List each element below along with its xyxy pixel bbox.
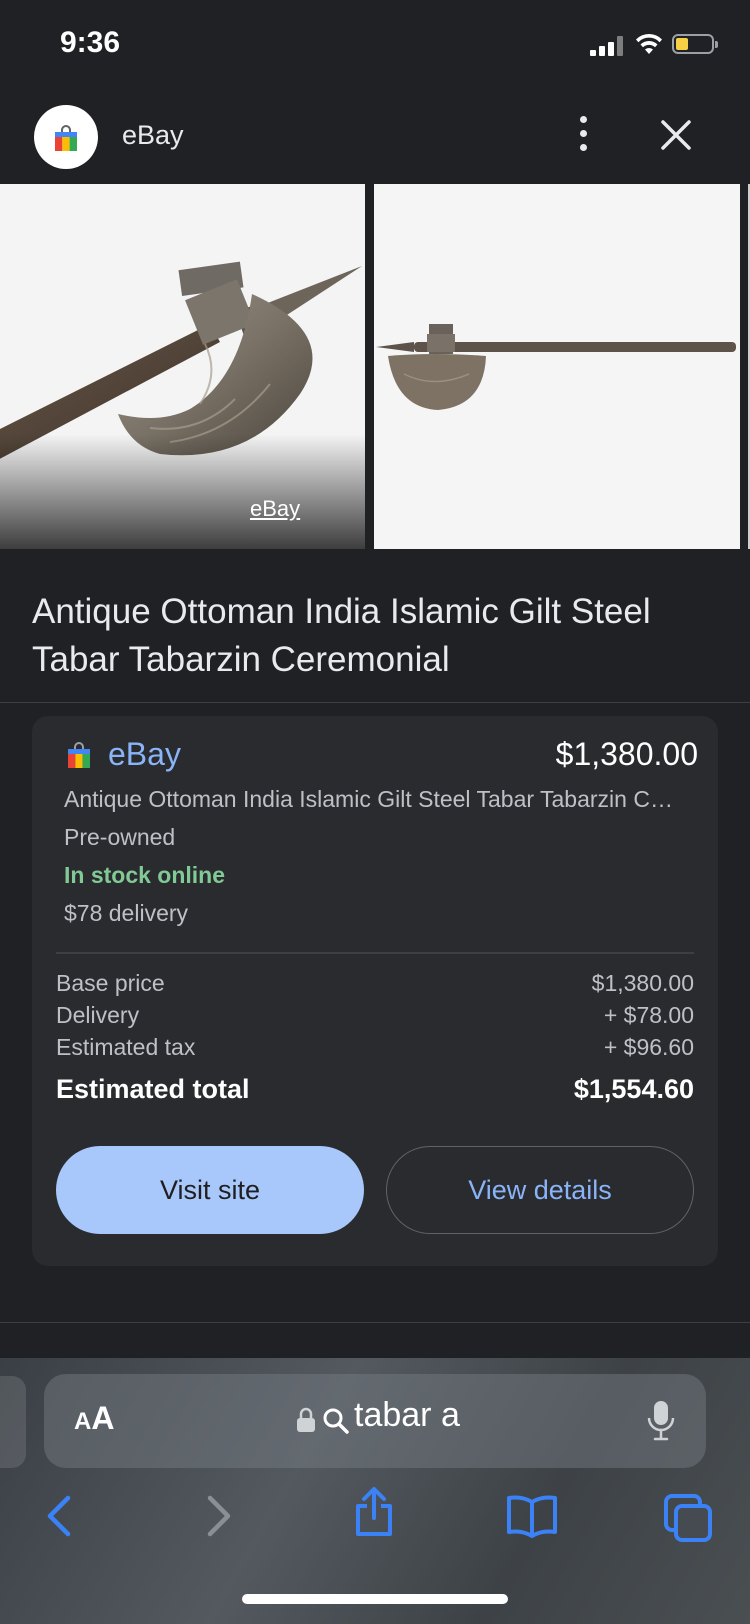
listing-title: Antique Ottoman India Islamic Gilt Steel…: [64, 786, 684, 812]
merchant-logo: [34, 105, 98, 169]
offer-price: $1,380.00: [555, 736, 698, 772]
visit-site-button[interactable]: Visit site: [56, 1146, 364, 1234]
header: eBay: [0, 90, 750, 182]
browser-toolbar: AA tabar a: [0, 1358, 750, 1624]
tabs-icon[interactable]: [664, 1494, 714, 1544]
image-gradient: [0, 434, 365, 549]
breakdown-label: Base price: [56, 970, 165, 996]
lock-icon: [297, 1407, 315, 1432]
address-bar[interactable]: AA tabar a: [44, 1374, 706, 1468]
bookmarks-icon[interactable]: [506, 1494, 558, 1538]
offer-card: eBay $1,380.00 Antique Ottoman India Isl…: [32, 716, 718, 1266]
view-details-button[interactable]: View details: [386, 1146, 694, 1234]
address-query[interactable]: tabar a: [354, 1396, 460, 1435]
divider: [0, 702, 750, 703]
nav-row: [0, 1486, 750, 1556]
reader-settings-button[interactable]: AA: [74, 1400, 114, 1437]
breakdown-row-base-price: Base price $1,380.00: [56, 970, 694, 1002]
delivery-note: $78 delivery: [64, 900, 189, 926]
back-icon[interactable]: [44, 1494, 74, 1538]
breakdown-row-total: Estimated total $1,554.60: [56, 1074, 694, 1118]
site-title: eBay: [122, 120, 184, 150]
status-time: 9:36: [60, 26, 121, 59]
breakdown-value: $1,380.00: [591, 970, 694, 996]
shopping-bag-icon: [55, 125, 77, 151]
battery-icon: [672, 34, 718, 54]
card-divider: [56, 952, 694, 954]
close-icon[interactable]: [658, 117, 694, 153]
product-image-2[interactable]: [374, 184, 740, 549]
total-value: $1,554.60: [573, 1074, 694, 1104]
mic-icon[interactable]: [646, 1400, 676, 1442]
stock-status: In stock online: [64, 862, 226, 888]
total-label: Estimated total: [56, 1074, 250, 1104]
wifi-icon: [636, 33, 662, 54]
shopping-bag-icon: [68, 742, 90, 768]
previous-tab-peek[interactable]: [0, 1376, 26, 1468]
condition-label: Pre-owned: [64, 824, 176, 850]
aa-small: A: [74, 1408, 92, 1435]
divider: [0, 1322, 750, 1323]
merchant-row: eBay $1,380.00: [68, 734, 698, 778]
image-credit-link[interactable]: eBay: [250, 496, 300, 522]
product-title: Antique Ottoman India Islamic Gilt Steel…: [32, 592, 651, 679]
more-vert-icon[interactable]: [568, 114, 598, 154]
breakdown-value: + $96.60: [603, 1034, 694, 1060]
breakdown-value: + $78.00: [603, 1002, 694, 1028]
home-indicator: [242, 1594, 508, 1604]
merchant-name[interactable]: eBay: [108, 736, 181, 773]
status-bar: 9:36: [0, 0, 750, 90]
search-icon: [323, 1408, 349, 1434]
product-image-1[interactable]: eBay: [0, 184, 365, 549]
breakdown-label: Delivery: [56, 1002, 140, 1028]
price-breakdown: Base price $1,380.00 Delivery + $78.00 E…: [56, 970, 694, 1118]
share-icon[interactable]: [352, 1486, 396, 1538]
forward-icon[interactable]: [204, 1494, 234, 1538]
breakdown-row-estimated-tax: Estimated tax + $96.60: [56, 1034, 694, 1066]
signal-icon: [590, 36, 624, 56]
aa-big: A: [91, 1400, 115, 1436]
breakdown-label: Estimated tax: [56, 1034, 196, 1060]
breakdown-row-delivery: Delivery + $78.00: [56, 1002, 694, 1034]
axe-image-full: [376, 324, 736, 410]
